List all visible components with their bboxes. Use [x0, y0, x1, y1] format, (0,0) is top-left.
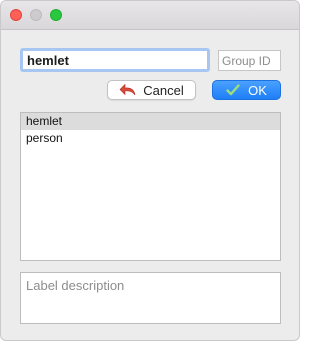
- cancel-button[interactable]: Cancel: [107, 80, 196, 100]
- cancel-button-label: Cancel: [143, 82, 184, 98]
- undo-arrow-icon: [119, 83, 137, 97]
- ok-button[interactable]: OK: [212, 80, 281, 100]
- ok-button-label: OK: [248, 82, 267, 98]
- minimize-window-button[interactable]: [30, 9, 42, 21]
- close-window-button[interactable]: [10, 9, 22, 21]
- list-item[interactable]: hemlet: [21, 113, 280, 130]
- zoom-window-button[interactable]: [50, 9, 62, 21]
- list-item[interactable]: person: [21, 130, 280, 147]
- label-dialog-window: Cancel OK hemlet person: [0, 0, 300, 341]
- title-bar[interactable]: [1, 1, 299, 30]
- label-name-input[interactable]: [20, 48, 210, 72]
- label-description-field[interactable]: [20, 272, 281, 324]
- group-id-input[interactable]: [218, 50, 281, 71]
- checkmark-icon: [226, 84, 240, 96]
- labels-list[interactable]: hemlet person: [20, 112, 281, 261]
